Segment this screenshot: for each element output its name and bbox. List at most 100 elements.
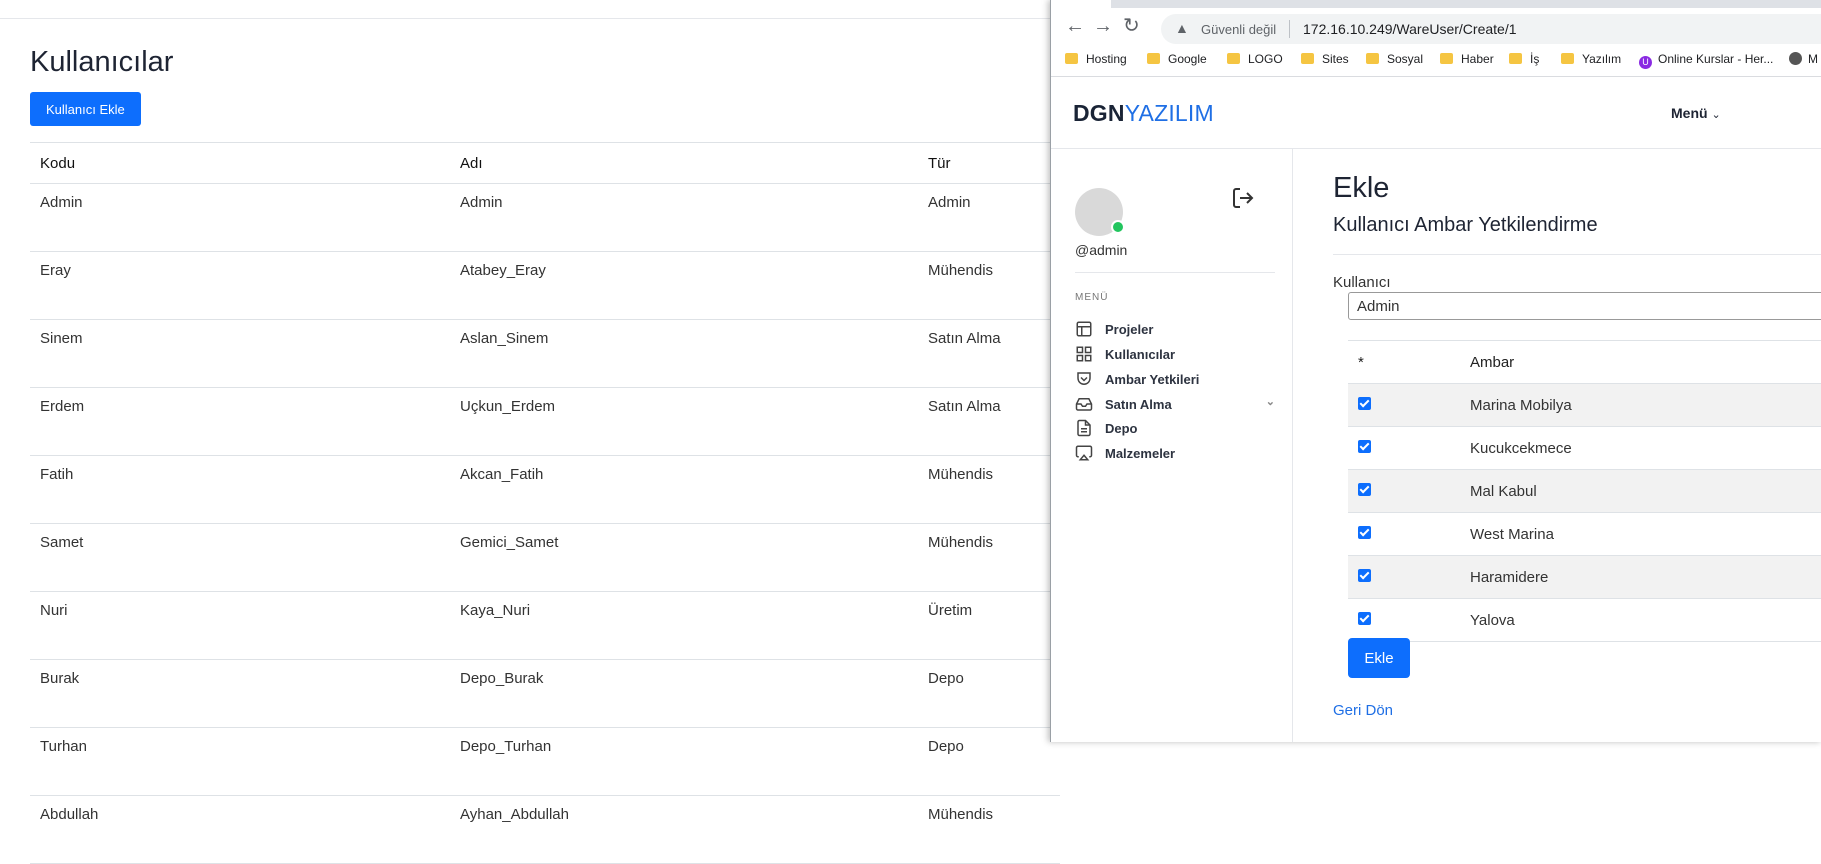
url-text[interactable]: 172.16.10.249/WareUser/Create/1 [1303, 21, 1517, 37]
table-row: Haramidere [1348, 555, 1821, 599]
user-select[interactable]: Admin [1348, 292, 1821, 320]
table-cell: Depo [918, 659, 1060, 728]
table-cell: Ayhan_Abdullah [450, 795, 918, 864]
active-tab[interactable] [1051, 0, 1111, 8]
back-arrow-icon[interactable]: ← [1065, 16, 1085, 36]
folder-icon [1509, 53, 1522, 64]
bookmark-google[interactable]: Google [1147, 52, 1207, 66]
bookmark-label: İş [1530, 52, 1540, 66]
bookmark-m[interactable]: M [1789, 52, 1818, 66]
table-header-row: Kodu Adı Tür [30, 142, 1060, 184]
layout-icon [1075, 320, 1093, 338]
menu-dropdown[interactable]: Menü ⌄ [1671, 105, 1721, 121]
app-header: DGNYAZILIM Menü ⌄ [1051, 77, 1821, 149]
table-cell: Satın Alma [918, 387, 1060, 456]
sidebar-item-satin-alma[interactable]: Satın Alma ⌄ [1075, 395, 1275, 419]
warehouse-name: Mal Kabul [1469, 469, 1821, 513]
bookmark-label: Sites [1322, 52, 1349, 66]
divider [1289, 20, 1290, 38]
table-row: Mal Kabul [1348, 469, 1821, 513]
table-cell: Abdullah [30, 795, 450, 864]
add-user-button[interactable]: Kullanıcı Ekle [30, 92, 141, 126]
warehouse-name: Haramidere [1469, 555, 1821, 599]
warehouse-name: Yalova [1469, 598, 1821, 642]
divider [0, 18, 1050, 19]
brand-bold: DGN [1073, 100, 1125, 126]
back-link[interactable]: Geri Dön [1333, 702, 1393, 719]
bookmark-haber[interactable]: Haber [1440, 52, 1494, 66]
table-row: Nuri Kaya_Nuri Üretim [30, 591, 1060, 660]
bookmark-label: LOGO [1248, 52, 1283, 66]
sidebar-item-label: Kullanıcılar [1105, 347, 1176, 362]
submit-button[interactable]: Ekle [1348, 638, 1410, 678]
divider [1075, 272, 1275, 273]
table-cell: Mühendis [918, 795, 1060, 864]
folder-icon [1147, 53, 1160, 64]
warehouse-checkbox[interactable] [1358, 482, 1371, 496]
table-cell: Mühendis [918, 455, 1060, 524]
address-bar[interactable]: ▲ Güvenli değil 172.16.10.249/WareUser/C… [1161, 14, 1821, 44]
page-title: Kullanıcılar [30, 46, 174, 78]
bookmark-yazilim[interactable]: Yazılım [1561, 52, 1621, 66]
table-cell: Sinem [30, 319, 450, 388]
tab-strip [1051, 0, 1821, 8]
folder-icon [1227, 53, 1240, 64]
table-row: Fatih Akcan_Fatih Mühendis [30, 455, 1060, 524]
reload-icon[interactable]: ↻ [1123, 16, 1140, 36]
sidebar-item-projeler[interactable]: Projeler [1075, 320, 1275, 344]
column-header-kodu[interactable]: Kodu [30, 142, 450, 184]
checkbox-cell [1348, 555, 1469, 599]
logout-icon[interactable] [1231, 186, 1255, 217]
brand-logo[interactable]: DGNYAZILIM [1073, 100, 1214, 127]
forward-arrow-icon[interactable]: → [1093, 16, 1113, 36]
warehouse-checkbox[interactable] [1358, 568, 1371, 582]
table-row: Burak Depo_Burak Depo [30, 659, 1060, 728]
folder-icon [1301, 53, 1314, 64]
document-icon [1075, 419, 1093, 437]
folder-icon [1561, 53, 1574, 64]
bookmark-hosting[interactable]: Hosting [1065, 52, 1127, 66]
avatar[interactable] [1075, 188, 1125, 236]
username: @admin [1075, 242, 1128, 258]
warehouse-checkbox[interactable] [1358, 396, 1371, 410]
bookmark-logo[interactable]: LOGO [1227, 52, 1283, 66]
folder-icon [1440, 53, 1453, 64]
sidebar: @admin MENÜ Projeler Kullanıcılar Ambar … [1051, 148, 1293, 742]
table-cell: Mühendis [918, 523, 1060, 592]
sidebar-item-label: Malzemeler [1105, 446, 1176, 461]
address-row: ← → ↻ ▲ Güvenli değil 172.16.10.249/Ware… [1051, 8, 1821, 44]
column-header-tur[interactable]: Tür [918, 142, 1060, 184]
menu-label: Menü [1671, 105, 1708, 121]
warning-icon[interactable]: ▲ [1175, 20, 1189, 36]
warehouse-checkbox[interactable] [1358, 525, 1371, 539]
table-cell: Aslan_Sinem [450, 319, 918, 388]
sidebar-item-malzemeler[interactable]: Malzemeler [1075, 444, 1275, 468]
warehouse-checkbox[interactable] [1358, 439, 1371, 453]
checkbox-cell [1348, 426, 1469, 470]
table-row: Samet Gemici_Samet Mühendis [30, 523, 1060, 592]
online-status-icon [1111, 220, 1125, 234]
warehouse-checkbox[interactable] [1358, 611, 1371, 625]
users-table: Kodu Adı Tür Admin Admin Admin Eray Atabey_E… [30, 142, 1060, 864]
bookmark-is[interactable]: İş [1509, 52, 1539, 66]
table-cell: Depo_Burak [450, 659, 918, 728]
sidebar-item-depo[interactable]: Depo [1075, 419, 1275, 443]
checkbox-cell [1348, 598, 1469, 642]
bookmark-sosyal[interactable]: Sosyal [1366, 52, 1423, 66]
browser-window: ← → ↻ ▲ Güvenli değil 172.16.10.249/Ware… [1050, 0, 1821, 742]
security-status[interactable]: Güvenli değil [1201, 22, 1276, 37]
sidebar-item-kullanicilar[interactable]: Kullanıcılar [1075, 345, 1275, 369]
column-header-ambar: Ambar [1469, 340, 1821, 384]
table-cell: Depo_Turhan [450, 727, 918, 796]
brand-light: YAZILIM [1124, 100, 1214, 126]
table-cell: Akcan_Fatih [450, 455, 918, 524]
chevron-down-icon[interactable]: ⌄ [1266, 395, 1275, 408]
table-cell: Satın Alma [918, 319, 1060, 388]
sidebar-item-ambar-yetkileri[interactable]: Ambar Yetkileri [1075, 370, 1275, 394]
table-cell: Erdem [30, 387, 450, 456]
table-cell: Turhan [30, 727, 450, 796]
table-header-row: * Ambar [1348, 340, 1821, 384]
bookmark-online-kurslar[interactable]: U Online Kurslar - Her... [1639, 52, 1773, 69]
bookmark-sites[interactable]: Sites [1301, 52, 1349, 66]
column-header-adi[interactable]: Adı [450, 142, 918, 184]
